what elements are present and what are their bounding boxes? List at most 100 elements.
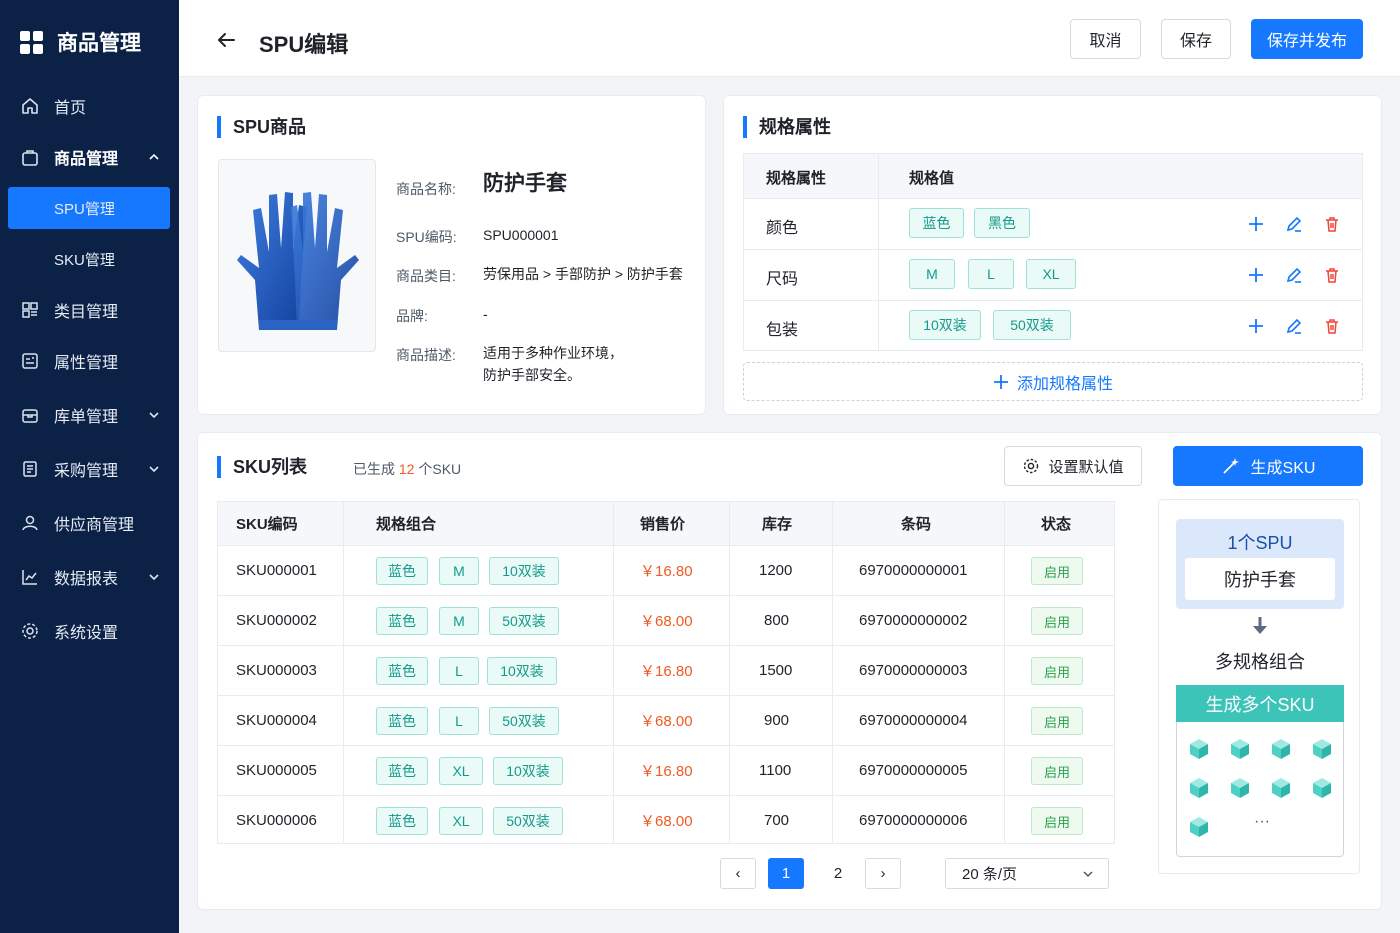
settings-icon — [22, 623, 38, 639]
table-row[interactable]: SKU000001 蓝色 M 10双装 ￥16.80 1200 69700000… — [218, 545, 1114, 595]
table-row[interactable]: SKU000002 蓝色 M 50双装 ￥68.00 800 697000000… — [218, 595, 1114, 645]
sku-table: SKU编码 规格组合 销售价 库存 条码 状态 SKU000001 蓝色 M 1… — [217, 501, 1115, 844]
sidebar-item-supplier[interactable]: 供应商管理 — [0, 502, 179, 544]
sidebar-item-category[interactable]: 类目管理 — [0, 289, 179, 331]
sku-price: ￥16.80 — [640, 563, 693, 580]
sku-barcode: 6970000000004 — [859, 712, 968, 729]
column-header: 规格组合 — [376, 516, 437, 533]
spu-brand: - — [483, 306, 488, 322]
add-spec-label: 添加规格属性 — [1016, 375, 1113, 393]
sku-code: SKU000001 — [236, 562, 317, 579]
field-label: 商品名称: — [396, 181, 456, 197]
table-row[interactable]: SKU000003 蓝色 L 10双装 ￥16.80 1500 69700000… — [218, 645, 1114, 695]
set-default-button[interactable]: 设置默认值 — [1004, 446, 1142, 486]
chevron-down-icon — [149, 412, 159, 419]
sku-generation-illustration: 1个SPU 防护手套 多规格组合 生成多个SKU ··· — [1158, 499, 1360, 874]
spec-value-tag[interactable]: 50双装 — [993, 310, 1071, 340]
spec-value-tag[interactable]: 蓝色 — [909, 208, 964, 238]
column-header: SKU编码 — [236, 516, 298, 533]
combo-tag: 蓝色 — [376, 657, 428, 685]
save-button[interactable]: 保存 — [1161, 19, 1231, 59]
magic-wand-icon — [1222, 458, 1239, 474]
add-icon[interactable] — [1247, 215, 1265, 233]
cancel-button[interactable]: 取消 — [1070, 19, 1141, 59]
add-icon[interactable] — [1247, 317, 1265, 335]
spec-value-tag[interactable]: L — [968, 259, 1014, 289]
sku-code: SKU000005 — [236, 762, 317, 779]
sidebar-item-purchase[interactable]: 采购管理 — [0, 448, 179, 490]
sku-card: SKU列表 已生成 12 个SKU 设置默认值 生成SKU SKU编码 规格组合… — [197, 432, 1382, 910]
combo-tag: 10双装 — [493, 757, 563, 785]
sku-price: ￥68.00 — [640, 813, 693, 830]
sku-code: SKU000003 — [236, 662, 317, 679]
field-label: SPU编码: — [396, 229, 457, 245]
spu-product: 防护手套 — [1185, 558, 1335, 600]
back-arrow-icon[interactable] — [215, 29, 237, 51]
sidebar-item-warehouse[interactable]: 库单管理 — [0, 394, 179, 436]
prev-page-button[interactable]: ‹ — [720, 858, 756, 889]
sidebar-item-sku[interactable]: SKU管理 — [0, 238, 179, 280]
status-badge: 启用 — [1031, 557, 1083, 585]
chevron-down-icon — [149, 574, 159, 581]
sidebar-item-label: 属性管理 — [54, 355, 119, 372]
sidebar-item-settings[interactable]: 系统设置 — [0, 610, 179, 652]
delete-icon[interactable] — [1323, 266, 1341, 284]
app-title: 商品管理 — [57, 32, 141, 55]
attribute-icon — [22, 353, 38, 369]
edit-icon[interactable] — [1285, 266, 1303, 284]
sku-price: ￥68.00 — [640, 613, 693, 630]
save-publish-button[interactable]: 保存并发布 — [1251, 19, 1363, 59]
count-value: 12 — [398, 461, 415, 477]
sidebar-item-goods[interactable]: 商品管理 — [0, 136, 179, 178]
sidebar-item-attribute[interactable]: 属性管理 — [0, 340, 179, 382]
sku-stock: 1500 — [759, 662, 793, 679]
sku-card-title: SKU列表 — [217, 456, 307, 478]
delete-icon[interactable] — [1323, 215, 1341, 233]
chevron-down-icon — [149, 466, 159, 473]
sku-price: ￥68.00 — [640, 713, 693, 730]
add-spec-button[interactable]: 添加规格属性 — [743, 362, 1363, 401]
combo-tag: 10双装 — [487, 657, 557, 685]
gear-icon — [1024, 458, 1039, 474]
combo-tag: 蓝色 — [376, 707, 428, 735]
spec-value-tag[interactable]: 黑色 — [974, 208, 1030, 238]
column-header: 条码 — [901, 516, 932, 533]
sidebar-item-label: SPU管理 — [54, 200, 115, 218]
combo-tag: L — [439, 657, 479, 685]
sidebar-item-home[interactable]: 首页 — [0, 85, 179, 127]
edit-icon[interactable] — [1285, 215, 1303, 233]
generate-sku-label: 生成SKU — [1250, 460, 1316, 477]
page-2-button[interactable]: 2 — [820, 858, 856, 889]
spec-value-tag[interactable]: M — [909, 259, 955, 289]
status-badge: 启用 — [1031, 657, 1083, 685]
page-size-value: 20 条/页 — [962, 866, 1018, 883]
sku-barcode: 6970000000005 — [859, 762, 968, 779]
spec-value-tag[interactable]: XL — [1026, 259, 1076, 289]
field-label: 品牌: — [396, 308, 428, 324]
plus-icon — [993, 374, 1008, 389]
sku-code: SKU000006 — [236, 812, 317, 829]
sidebar-item-report[interactable]: 数据报表 — [0, 556, 179, 598]
sidebar-item-spu[interactable]: SPU管理 — [8, 187, 170, 229]
sidebar-item-label: 类目管理 — [54, 304, 119, 321]
table-row[interactable]: SKU000005 蓝色 XL 10双装 ￥16.80 1100 6970000… — [218, 745, 1114, 795]
next-page-button[interactable]: › — [865, 858, 901, 889]
cubes-icon — [1190, 739, 1331, 837]
table-row[interactable]: SKU000006 蓝色 XL 50双装 ￥68.00 700 69700000… — [218, 795, 1114, 845]
page-1-button[interactable]: 1 — [768, 858, 804, 889]
warehouse-icon — [22, 409, 38, 423]
spu-name: 防护手套 — [483, 172, 567, 195]
add-icon[interactable] — [1247, 266, 1265, 284]
sku-price: ￥16.80 — [640, 663, 693, 680]
combo-tag: L — [439, 707, 479, 735]
sku-barcode: 6970000000002 — [859, 612, 968, 629]
home-icon — [22, 98, 38, 114]
delete-icon[interactable] — [1323, 317, 1341, 335]
edit-icon[interactable] — [1285, 317, 1303, 335]
table-row[interactable]: SKU000004 蓝色 L 50双装 ￥68.00 900 697000000… — [218, 695, 1114, 745]
column-header: 状态 — [1041, 516, 1072, 533]
page-size-select[interactable]: 20 条/页 — [945, 858, 1109, 889]
combo-label: 多规格组合 — [1215, 652, 1305, 672]
generate-sku-button[interactable]: 生成SKU — [1173, 446, 1363, 486]
spec-value-tag[interactable]: 10双装 — [909, 310, 981, 340]
